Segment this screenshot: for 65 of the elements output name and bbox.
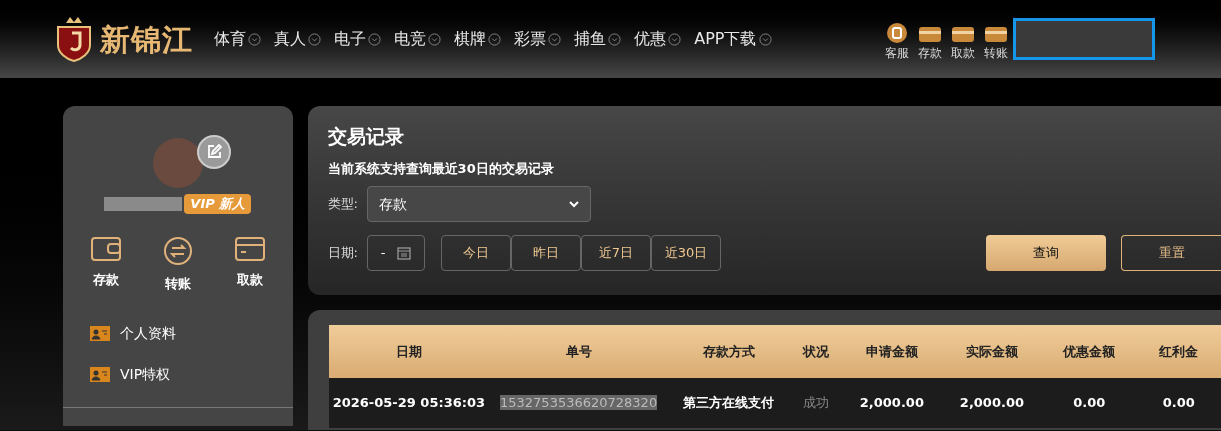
reset-button[interactable]: 重置 bbox=[1121, 235, 1221, 271]
edit-icon bbox=[205, 144, 222, 160]
table-cell: 2026-05-29 05:36:03 bbox=[328, 378, 490, 428]
header-action[interactable]: 取款 bbox=[949, 22, 976, 62]
table-cell: 0.00 bbox=[1136, 378, 1221, 428]
search-button[interactable]: 查询 bbox=[986, 235, 1106, 271]
chevron-icon bbox=[368, 32, 382, 46]
panel-note: 当前系统支持查询最近30日的交易记录 bbox=[327, 159, 555, 178]
chevron-icon bbox=[668, 32, 682, 46]
quick-action[interactable]: 存款 bbox=[77, 235, 134, 293]
column-header: 优惠金额 bbox=[1041, 325, 1137, 378]
nav-item[interactable]: 彩票 bbox=[514, 27, 562, 51]
nav-item[interactable]: 电竞 bbox=[394, 27, 442, 51]
date-field[interactable]: - bbox=[367, 235, 425, 271]
chevron-icon bbox=[308, 32, 322, 46]
nav-item[interactable]: 电子 bbox=[334, 27, 382, 51]
date-range-button[interactable]: 近7日 bbox=[581, 235, 651, 271]
type-label: 类型: bbox=[327, 195, 358, 214]
column-header: 单号 bbox=[489, 325, 669, 378]
column-header: 状况 bbox=[789, 325, 842, 378]
edit-button[interactable] bbox=[196, 135, 231, 169]
vip-badge: VIP 新人 bbox=[184, 194, 252, 214]
chevron-icon bbox=[548, 32, 562, 46]
id-card-icon bbox=[90, 326, 110, 341]
date-label: 日期: bbox=[327, 244, 358, 263]
header-action[interactable]: 转账 bbox=[982, 22, 1009, 62]
nav-item[interactable]: APP下载 bbox=[694, 27, 772, 51]
column-header: 红利金 bbox=[1136, 325, 1221, 378]
chevron-icon bbox=[248, 32, 262, 46]
quick-action[interactable]: 转账 bbox=[149, 235, 206, 293]
avatar-placeholder bbox=[152, 138, 203, 188]
nav-item[interactable]: 优惠 bbox=[634, 27, 682, 51]
nav-item[interactable]: 体育 bbox=[214, 27, 262, 51]
nav-item[interactable]: 真人 bbox=[274, 27, 322, 51]
date-range-button[interactable]: 今日 bbox=[441, 235, 511, 271]
date-range-button[interactable]: 近30日 bbox=[651, 235, 721, 271]
table-cell: 2,000.00 bbox=[941, 378, 1042, 428]
card-icon bbox=[233, 235, 266, 262]
table-cell: 0.00 bbox=[1041, 378, 1137, 428]
table-cell: 第三方在线支付 bbox=[668, 378, 790, 428]
chevron-down-icon bbox=[569, 200, 579, 208]
chevron-icon bbox=[428, 32, 442, 46]
column-header: 申请金额 bbox=[841, 325, 942, 378]
logo-text: 新锦江 bbox=[100, 20, 193, 59]
chevron-icon bbox=[758, 32, 772, 46]
header-action[interactable]: 存款 bbox=[916, 22, 943, 62]
nav-item[interactable]: 捕鱼 bbox=[574, 27, 622, 51]
column-header: 实际金额 bbox=[941, 325, 1042, 378]
type-select[interactable]: 存款 bbox=[367, 186, 591, 222]
id-card-icon bbox=[90, 367, 110, 382]
column-header: 存款方式 bbox=[668, 325, 790, 378]
date-range-button[interactable]: 昨日 bbox=[511, 235, 581, 271]
panel-title: 交易记录 bbox=[327, 124, 405, 149]
table-cell: 成功 bbox=[789, 378, 842, 428]
sidebar-menu-item[interactable]: 个人资料 bbox=[90, 323, 293, 344]
header-action[interactable]: 客服 bbox=[883, 22, 910, 62]
calendar-icon bbox=[397, 246, 412, 260]
table-cell: 2,000.00 bbox=[841, 378, 942, 428]
selected-text: 1532753536620728320 bbox=[500, 395, 658, 411]
nav-item[interactable]: 棋牌 bbox=[454, 27, 502, 51]
chevron-icon bbox=[488, 32, 502, 46]
column-header: 日期 bbox=[328, 325, 490, 378]
quick-action[interactable]: 取款 bbox=[221, 235, 278, 293]
sidebar-menu-item[interactable]: VIP特权 bbox=[90, 364, 293, 385]
chevron-icon bbox=[608, 32, 622, 46]
